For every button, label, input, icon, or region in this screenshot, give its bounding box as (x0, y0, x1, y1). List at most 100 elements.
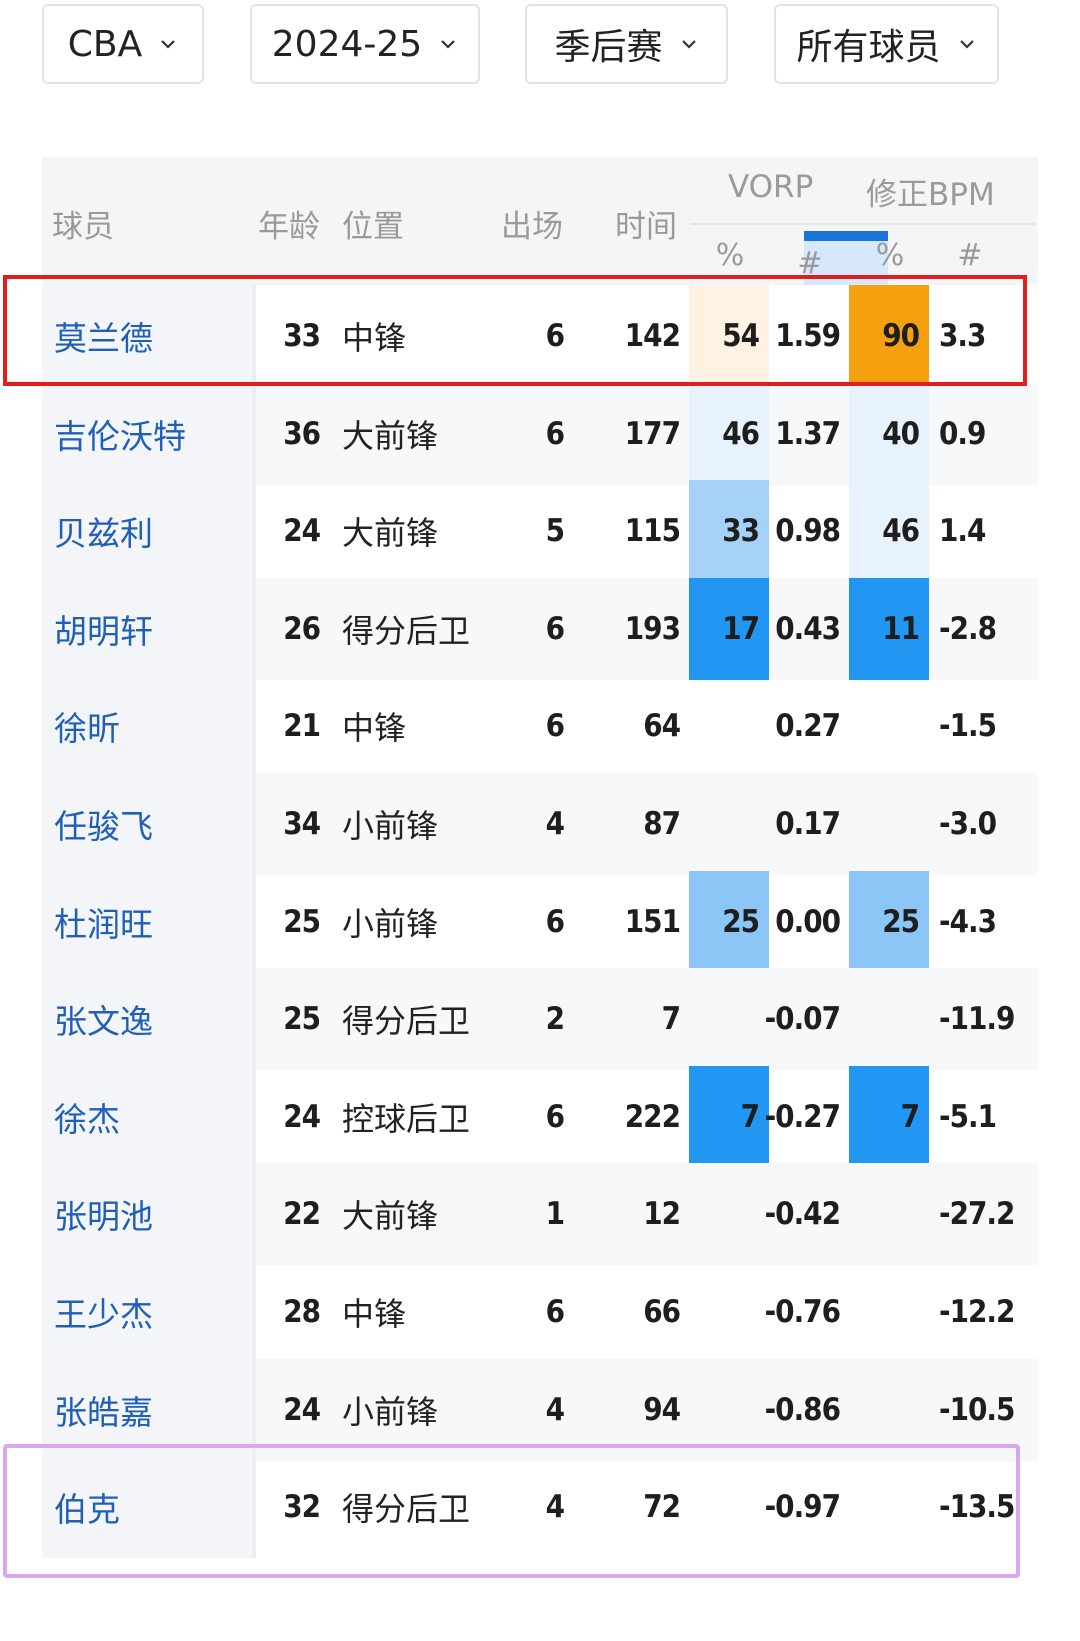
vorp-value: -0.42 (764, 1196, 841, 1232)
player-age: 24 (283, 513, 321, 549)
table-row[interactable]: 胡明轩 26 得分后卫 6 193 17 0.43 11 -2.8 (42, 578, 1038, 680)
table-row[interactable]: 张明池 22 大前锋 1 12 -0.42 -27.2 (42, 1163, 1038, 1265)
player-age: 24 (283, 1099, 321, 1135)
player-age: 26 (283, 611, 321, 647)
player-position: 大前锋 (342, 1197, 439, 1235)
vorp-value: 0.00 (775, 904, 841, 940)
player-age: 36 (283, 416, 321, 452)
header-position[interactable]: 位置 (342, 201, 404, 246)
player-name-link[interactable]: 贝兹利 (54, 480, 153, 582)
table-row[interactable]: 张文逸 25 得分后卫 2 7 -0.07 -11.9 (42, 968, 1038, 1070)
player-position: 中锋 (342, 1295, 407, 1333)
player-games: 1 (545, 1196, 565, 1232)
season-dropdown[interactable]: 2024-25 (250, 4, 480, 84)
bpm-pct: 46 (882, 513, 920, 549)
player-minutes: 87 (643, 806, 681, 842)
table-row[interactable]: 吉伦沃特 36 大前锋 6 177 46 1.37 40 0.9 (42, 383, 1038, 485)
vorp-value: -0.76 (764, 1294, 841, 1330)
vorp-pct: 46 (722, 416, 760, 452)
player-name-link[interactable]: 胡明轩 (54, 578, 153, 680)
vorp-pct: 7 (740, 1099, 760, 1135)
player-position: 小前锋 (342, 807, 439, 845)
player-name-link[interactable]: 王少杰 (54, 1261, 153, 1363)
player-games: 6 (545, 904, 565, 940)
header-bpm: 修正BPM (866, 177, 995, 213)
bpm-value: -4.3 (939, 904, 997, 940)
vorp-pct (685, 773, 769, 875)
player-name-link[interactable]: 张明池 (54, 1163, 153, 1265)
table-row[interactable]: 任骏飞 34 小前锋 4 87 0.17 -3.0 (42, 773, 1038, 875)
player-name-link[interactable]: 徐昕 (54, 675, 120, 777)
bpm-pct: 25 (882, 904, 920, 940)
player-name-link[interactable]: 张文逸 (54, 968, 153, 1070)
vorp-value: 0.27 (775, 708, 841, 744)
player-games: 6 (545, 611, 565, 647)
bpm-value: 1.4 (939, 513, 986, 549)
header-games[interactable]: 出场 (501, 201, 563, 246)
player-minutes: 222 (624, 1099, 681, 1135)
column-divider (252, 968, 256, 1070)
column-divider (252, 383, 256, 485)
player-games: 4 (545, 806, 565, 842)
column-divider (252, 675, 256, 777)
table-row[interactable]: 王少杰 28 中锋 6 66 -0.76 -12.2 (42, 1261, 1038, 1363)
chevron-down-icon (681, 40, 696, 49)
table-row[interactable]: 杜润旺 25 小前锋 6 151 25 0.00 25 -4.3 (42, 871, 1038, 973)
vorp-pct (685, 1163, 769, 1265)
column-divider (252, 773, 256, 875)
player-age: 25 (283, 1001, 321, 1037)
bpm-value: -12.2 (939, 1294, 1015, 1330)
player-minutes: 151 (624, 904, 681, 940)
column-divider (252, 480, 256, 582)
players-dropdown[interactable]: 所有球员 (774, 4, 999, 84)
phase-dropdown-label: 季后赛 (554, 27, 663, 68)
header-minutes[interactable]: 时间 (615, 201, 677, 246)
chevron-down-icon (959, 40, 974, 49)
vorp-value: 1.37 (775, 416, 841, 452)
column-divider (252, 1066, 256, 1168)
player-age: 28 (283, 1294, 321, 1330)
vorp-value: 0.43 (775, 611, 841, 647)
players-dropdown-label: 所有球员 (796, 27, 941, 68)
player-minutes: 177 (624, 416, 681, 452)
player-minutes: 12 (643, 1196, 681, 1232)
bpm-pct: 7 (900, 1099, 920, 1135)
player-age: 34 (283, 806, 321, 842)
player-games: 6 (545, 1294, 565, 1330)
vorp-value: 0.17 (775, 806, 841, 842)
player-position: 得分后卫 (342, 612, 471, 650)
bpm-value: -2.8 (939, 611, 997, 647)
player-minutes: 193 (624, 611, 681, 647)
player-name-link[interactable]: 徐杰 (54, 1066, 120, 1168)
table-row[interactable]: 徐杰 24 控球后卫 6 222 7 -0.27 7 -5.1 (42, 1066, 1038, 1168)
player-name-link[interactable]: 吉伦沃特 (54, 383, 186, 485)
vorp-pct: 33 (722, 513, 760, 549)
season-dropdown-label: 2024-25 (271, 23, 423, 65)
table-row[interactable]: 贝兹利 24 大前锋 5 115 33 0.98 46 1.4 (42, 480, 1038, 582)
table-row[interactable]: 徐昕 21 中锋 6 64 0.27 -1.5 (42, 675, 1038, 777)
chevron-down-icon (441, 40, 455, 49)
player-age: 22 (283, 1196, 321, 1232)
column-divider (252, 578, 256, 680)
header-player[interactable]: 球员 (52, 201, 114, 246)
league-dropdown-label: CBA (67, 23, 143, 65)
player-position: 中锋 (342, 709, 407, 747)
header-age[interactable]: 年龄 (258, 201, 320, 246)
player-age: 25 (283, 904, 321, 940)
column-divider (252, 1261, 256, 1363)
player-games: 2 (545, 1001, 565, 1037)
vorp-pct (685, 968, 769, 1070)
vorp-pct (685, 675, 769, 777)
player-minutes: 115 (624, 513, 681, 549)
league-dropdown[interactable]: CBA (42, 4, 204, 84)
phase-dropdown[interactable]: 季后赛 (525, 4, 728, 84)
bpm-pct: 40 (882, 416, 920, 452)
player-name-link[interactable]: 杜润旺 (54, 871, 153, 973)
chevron-down-icon (161, 40, 176, 49)
column-divider (252, 1163, 256, 1265)
bpm-pct (845, 968, 929, 1070)
player-position: 得分后卫 (342, 1002, 471, 1040)
player-name-link[interactable]: 任骏飞 (54, 773, 153, 875)
filter-bar: CBA 2024-25 季后赛 所有球员 (0, 0, 1080, 90)
player-position: 大前锋 (342, 417, 439, 455)
